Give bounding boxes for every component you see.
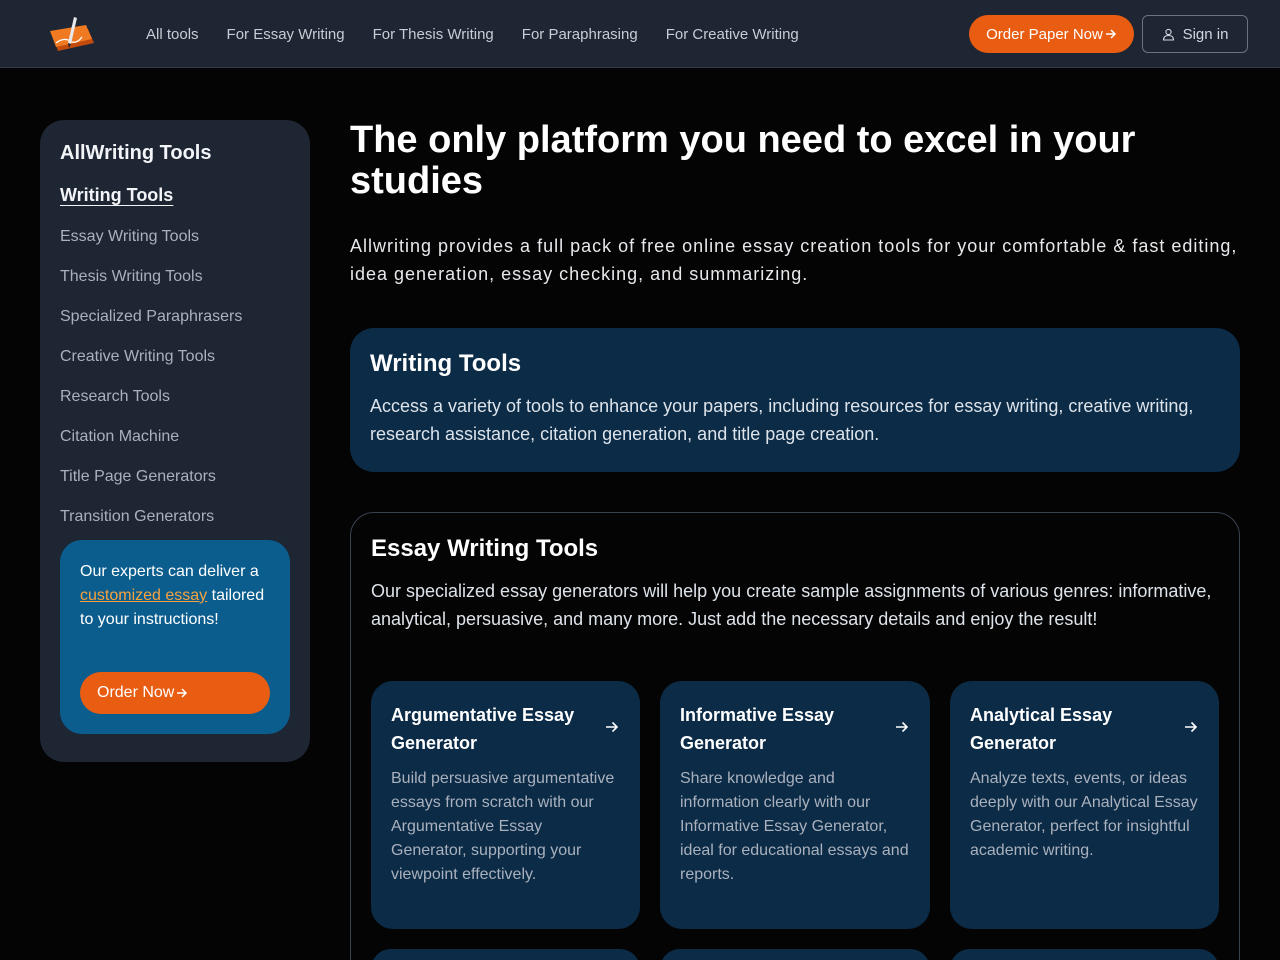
sidebar-list: Essay Writing Tools Thesis Writing Tools… [60,217,290,537]
nav-creative-writing[interactable]: For Creative Writing [666,26,799,43]
arrow-right-icon [1105,29,1116,39]
sidebar-item-citation[interactable]: Citation Machine [60,417,290,457]
sidebar-section-writing-tools[interactable]: Writing Tools [60,185,173,206]
nav-all-tools[interactable]: All tools [146,26,199,43]
order-now-label: Order Now [97,684,175,701]
essay-tools-section: Essay Writing Tools Our specialized essa… [350,512,1240,960]
customized-essay-link[interactable]: customized essay [80,587,207,604]
tool-grid: Argumentative Essay Generator Build pers… [371,681,1219,960]
sidebar-item-creative-writing[interactable]: Creative Writing Tools [60,337,290,377]
writing-tools-card: Writing Tools Access a variety of tools … [350,328,1240,472]
sidebar-item-title-page[interactable]: Title Page Generators [60,457,290,497]
main-nav: All tools For Essay Writing For Thesis W… [146,0,799,68]
promo-card: Our experts can deliver a customized ess… [60,540,290,734]
promo-text: Our experts can deliver a customized ess… [80,560,270,632]
essay-tools-title: Essay Writing Tools [371,535,599,562]
user-icon [1162,28,1174,41]
sidebar: AllWriting Tools Writing Tools Essay Wri… [40,120,310,762]
page-title: The only platform you need to excel in y… [350,119,1136,202]
tool-card-title: Informative Essay Generator [680,705,835,753]
tool-card-analytical[interactable]: Analytical Essay Generator Analyze texts… [950,681,1219,929]
top-header: All tools For Essay Writing For Thesis W… [0,0,1280,68]
tool-card-description: Share knowledge and information clearly … [680,770,909,883]
sidebar-title: AllWriting Tools [60,142,212,164]
arrow-right-icon [177,688,188,698]
nav-thesis-writing[interactable]: For Thesis Writing [373,26,494,43]
tool-card-title: Argumentative Essay Generator [391,705,575,753]
tool-card-next-1[interactable] [371,949,640,960]
tool-card-next-2[interactable] [660,949,930,960]
tool-card-argumentative[interactable]: Argumentative Essay Generator Build pers… [371,681,640,929]
sidebar-item-transition[interactable]: Transition Generators [60,497,290,537]
sidebar-item-thesis-writing[interactable]: Thesis Writing Tools [60,257,290,297]
arrow-right-icon [896,721,909,733]
order-now-button[interactable]: Order Now [80,672,270,714]
sign-in-label: Sign in [1182,25,1229,43]
essay-tools-description: Our specialized essay generators will he… [371,581,1212,629]
tool-card-description: Analyze texts, events, or ideas deeply w… [970,770,1198,859]
arrow-right-icon [1185,721,1198,733]
order-paper-label: Order Paper Now [986,25,1103,43]
tool-card-informative[interactable]: Informative Essay Generator Share knowle… [660,681,930,929]
order-paper-button[interactable]: Order Paper Now [969,15,1134,53]
tool-card-next-3[interactable] [950,949,1219,960]
sidebar-item-research[interactable]: Research Tools [60,377,290,417]
pen-on-paper-logo[interactable] [48,13,98,55]
arrow-right-icon [606,721,619,733]
page-subtitle: Allwriting provides a full pack of free … [350,236,1238,284]
promo-text-before: Our experts can deliver a [80,563,259,580]
nav-paraphrasing[interactable]: For Paraphrasing [522,26,638,43]
tool-card-description: Build persuasive argumentative essays fr… [391,770,615,883]
nav-essay-writing[interactable]: For Essay Writing [227,26,345,43]
tool-card-title: Analytical Essay Generator [970,705,1113,753]
writing-tools-description: Access a variety of tools to enhance you… [370,396,1194,444]
writing-tools-title: Writing Tools [370,350,522,377]
sidebar-item-essay-writing[interactable]: Essay Writing Tools [60,217,290,257]
sign-in-button[interactable]: Sign in [1142,15,1248,53]
sidebar-item-paraphrasers[interactable]: Specialized Paraphrasers [60,297,290,337]
